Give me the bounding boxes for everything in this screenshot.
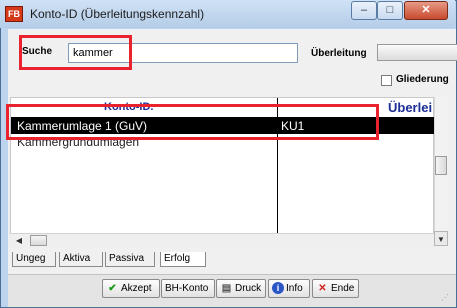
close-button[interactable]: ✕: [404, 1, 448, 20]
maximize-button[interactable]: □: [377, 1, 403, 20]
horizontal-scrollbar[interactable]: [10, 233, 434, 248]
akzept-button[interactable]: ✔ Akzept: [102, 279, 160, 298]
info-button[interactable]: i Info: [268, 279, 310, 298]
tab-erfolg[interactable]: Erfolg: [160, 252, 206, 267]
druck-button[interactable]: ▤ Druck: [216, 279, 266, 298]
app-icon: FB: [5, 6, 23, 22]
scroll-down-arrow-icon[interactable]: ▼: [434, 231, 448, 246]
tab-aktiva[interactable]: Aktiva: [59, 252, 103, 267]
minimize-button[interactable]: –: [351, 1, 377, 20]
window-title: Konto-ID (Überleitungskennzahl): [30, 7, 205, 21]
horizontal-scroll-thumb[interactable]: [30, 235, 47, 246]
printer-icon: ▤: [221, 283, 232, 294]
checkmark-icon: ✔: [108, 283, 117, 294]
column-header-ueberleitung[interactable]: Überlei: [388, 100, 432, 115]
tab-ungeg[interactable]: Ungeg: [12, 252, 56, 267]
highlight-box-search: [19, 35, 132, 70]
gliederung-label: Gliederung: [396, 74, 449, 85]
ende-button[interactable]: ✕ Ende: [312, 279, 359, 298]
resize-grip-icon[interactable]: ⋰: [441, 293, 449, 302]
highlight-box-row: [6, 104, 379, 140]
vertical-scroll-thumb[interactable]: [435, 156, 447, 175]
scroll-left-arrow-icon[interactable]: ◀: [12, 235, 26, 247]
ueberleitung-label: Überleitung: [311, 48, 367, 59]
close-x-icon: ✕: [318, 283, 327, 294]
gliederung-checkbox[interactable]: [381, 75, 392, 86]
bh-konto-button[interactable]: BH-Konto: [161, 279, 215, 298]
info-icon: i: [272, 282, 284, 294]
tab-passiva[interactable]: Passiva: [105, 252, 155, 267]
title-bar: FB Konto-ID (Überleitungskennzahl) – □ ✕: [0, 0, 455, 28]
ueberleitung-dropdown[interactable]: [377, 44, 457, 61]
